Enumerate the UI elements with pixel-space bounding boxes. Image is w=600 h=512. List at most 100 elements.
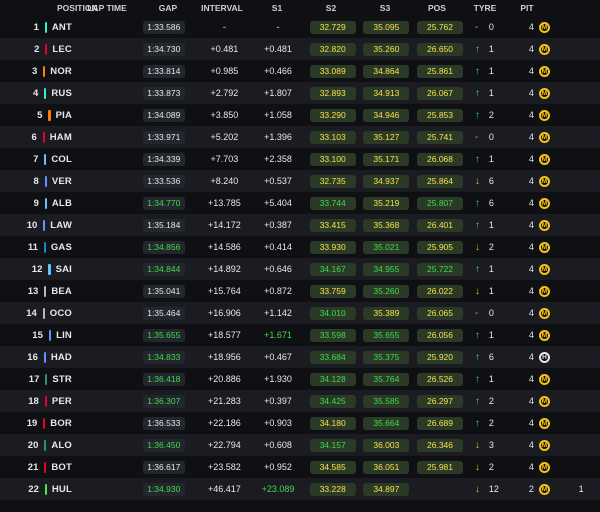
table-row[interactable]: 2 LEC 1:34.730 +0.481 +0.481 32.820 35.260 26.6… [0,38,600,60]
s1-cell: 34.180 [306,416,360,430]
table-row[interactable]: 13 BEA 1:35.041 +15.764 +0.872 33.759 35.260 26… [0,280,600,302]
tyre-cell: 4M [517,417,563,429]
driver-code[interactable]: ANT [52,22,72,33]
tyre-age: 4 [528,330,534,340]
table-row[interactable]: 12 SAI 1:34.844 +14.892 +0.646 34.167 34.955 25… [0,258,600,280]
driver-code[interactable]: ALO [51,440,72,451]
gap-value: +16.906 [207,308,241,318]
driver-code[interactable]: HAD [51,352,72,363]
s1-cell: 33.598 [306,328,360,342]
lap-time-cell: 1:35.184 [129,218,199,232]
position-change-count: 2 [488,242,494,252]
s1-time: 34.010 [309,306,356,320]
position-number: 3 [32,65,38,77]
s1-cell: 33.744 [306,196,360,210]
tyre-age: 4 [528,66,534,76]
s3-time: 25.920 [417,350,463,364]
position-change-count: 1 [488,66,494,76]
position-number: 15 [32,329,43,341]
s1-time: 33.100 [309,152,356,166]
driver-code[interactable]: BOR [50,418,72,429]
table-row[interactable]: 9 ALB 1:34.770 +13.785 +5.404 33.744 35.219 25.… [0,192,600,214]
table-row[interactable]: 21 BOT 1:36.617 +23.582 +0.952 34.585 36.051 25… [0,456,600,478]
table-row[interactable]: 19 BOR 1:36.533 +22.186 +0.903 34.180 35.664 26… [0,412,600,434]
arrow-down-icon: ↓ [474,241,480,253]
driver-code[interactable]: LEC [52,44,72,55]
driver-code[interactable]: NOR [50,66,72,77]
arrow-up-icon: ↑ [474,87,480,99]
position-change: ↑ 6 [467,352,517,363]
driver-code[interactable]: LIN [56,330,72,341]
lap-time: 1:36.450 [142,438,185,452]
table-row[interactable]: 18 PER 1:36.307 +21.283 +0.397 34.425 35.585 26… [0,390,600,412]
driver-code[interactable]: OCO [50,308,72,319]
tyre-age: 4 [528,396,534,406]
interval-value: +1.142 [264,308,292,318]
driver-code[interactable]: GAS [51,242,72,253]
table-row[interactable]: 22 HUL 1:34.930 +46.417 +23.089 33.228 34.897 ↓… [0,478,600,500]
interval-value: - [276,22,280,32]
tyre-age: 4 [528,440,534,450]
arrow-down-icon: ↓ [474,285,480,297]
position-cell: 6 HAM [0,131,72,143]
driver-code[interactable]: RUS [51,88,72,99]
s1-cell: 34.010 [306,306,360,320]
s2-time: 35.585 [363,394,410,408]
position-change-count: 6 [488,176,494,186]
gap-value: +2.792 [210,88,239,98]
tyre-cell: 4M [517,175,563,187]
table-row[interactable]: 14 OCO 1:35.464 +16.906 +1.142 34.010 35.389 26… [0,302,600,324]
driver-code[interactable]: BEA [51,286,72,297]
lap-time-cell: 1:34.339 [129,152,199,166]
s1-time: 33.684 [309,350,356,364]
table-row[interactable]: 5 PIA 1:34.089 +3.850 +1.058 33.290 34.946 25.8… [0,104,600,126]
table-row[interactable]: 11 GAS 1:34.856 +14.586 +0.414 33.930 35.021 25… [0,236,600,258]
s2-time: 35.664 [363,416,410,430]
lap-time: 1:33.873 [142,86,185,100]
tyre-age: 4 [528,110,534,120]
table-row[interactable]: 7 COL 1:34.339 +7.703 +2.358 33.100 35.171 26.0… [0,148,600,170]
team-color-bar [44,395,47,407]
team-color-bar [43,65,46,77]
driver-code[interactable]: BOT [51,462,72,473]
table-row[interactable]: 17 STR 1:36.418 +20.886 +1.930 34.128 35.764 26… [0,368,600,390]
gap-value: +7.703 [210,154,239,164]
driver-code[interactable]: HAM [50,132,72,143]
driver-code[interactable]: PER [52,396,72,407]
table-row[interactable]: 15 LIN 1:35.655 +18.577 +1.671 33.598 35.655 26… [0,324,600,346]
table-row[interactable]: 1 ANT 1:33.586- -32.729 35.095 25.762-0 4 M [0,16,600,38]
position-cell: 4 RUS [0,87,72,99]
s3-time: 26.297 [417,394,463,408]
position-number: 2 [34,43,40,55]
tyre-cell: 4M [517,219,563,231]
table-row[interactable]: 3 NOR 1:33.814 +0.985 +0.466 33.089 34.864 25.8… [0,60,600,82]
driver-code[interactable]: HUL [52,484,72,495]
table-row[interactable]: 6 HAM 1:33.971 +5.202 +1.396 33.103 35.127 25.7… [0,126,600,148]
driver-code[interactable]: PIA [56,110,72,121]
driver-code[interactable]: VER [52,176,72,187]
driver-code[interactable]: STR [52,374,72,385]
s1-time: 33.759 [309,284,356,298]
lap-time: 1:34.844 [142,262,185,276]
table-row[interactable]: 20 ALO 1:36.450 +22.794 +0.608 34.157 36.003 26… [0,434,600,456]
s2-time: 35.764 [363,372,410,386]
s1-time: 33.103 [309,130,356,144]
lap-time: 1:36.617 [142,460,185,474]
tyre-cell: 4M [517,373,563,385]
table-row[interactable]: 10 LAW 1:35.184 +14.172 +0.387 33.415 35.368 26… [0,214,600,236]
position-cell: 21 BOT [0,461,72,473]
table-row[interactable]: 16 HAD 1:34.833 +18.956 +0.467 33.684 35.375 25… [0,346,600,368]
s2-cell: 35.127 [360,130,414,144]
driver-code[interactable]: COL [51,154,72,165]
position-change-count: 3 [488,440,494,450]
driver-code[interactable]: ALB [52,198,72,209]
table-row[interactable]: 4 RUS 1:33.873 +2.792 +1.807 32.893 34.913 26.0… [0,82,600,104]
arrow-up-icon: ↑ [474,153,480,165]
driver-code[interactable]: LAW [50,220,72,231]
s3-cell: 26.526 [413,372,467,386]
table-body: 1 ANT 1:33.586- -32.729 35.095 25.762-0 4 M 2 LEC… [0,16,600,500]
driver-code[interactable]: SAI [56,264,72,275]
s1-time: 33.228 [309,482,356,496]
table-row[interactable]: 8 VER 1:33.536 +8.240 +0.537 32.735 34.937 25.8… [0,170,600,192]
s3-time: 26.346 [417,438,463,452]
